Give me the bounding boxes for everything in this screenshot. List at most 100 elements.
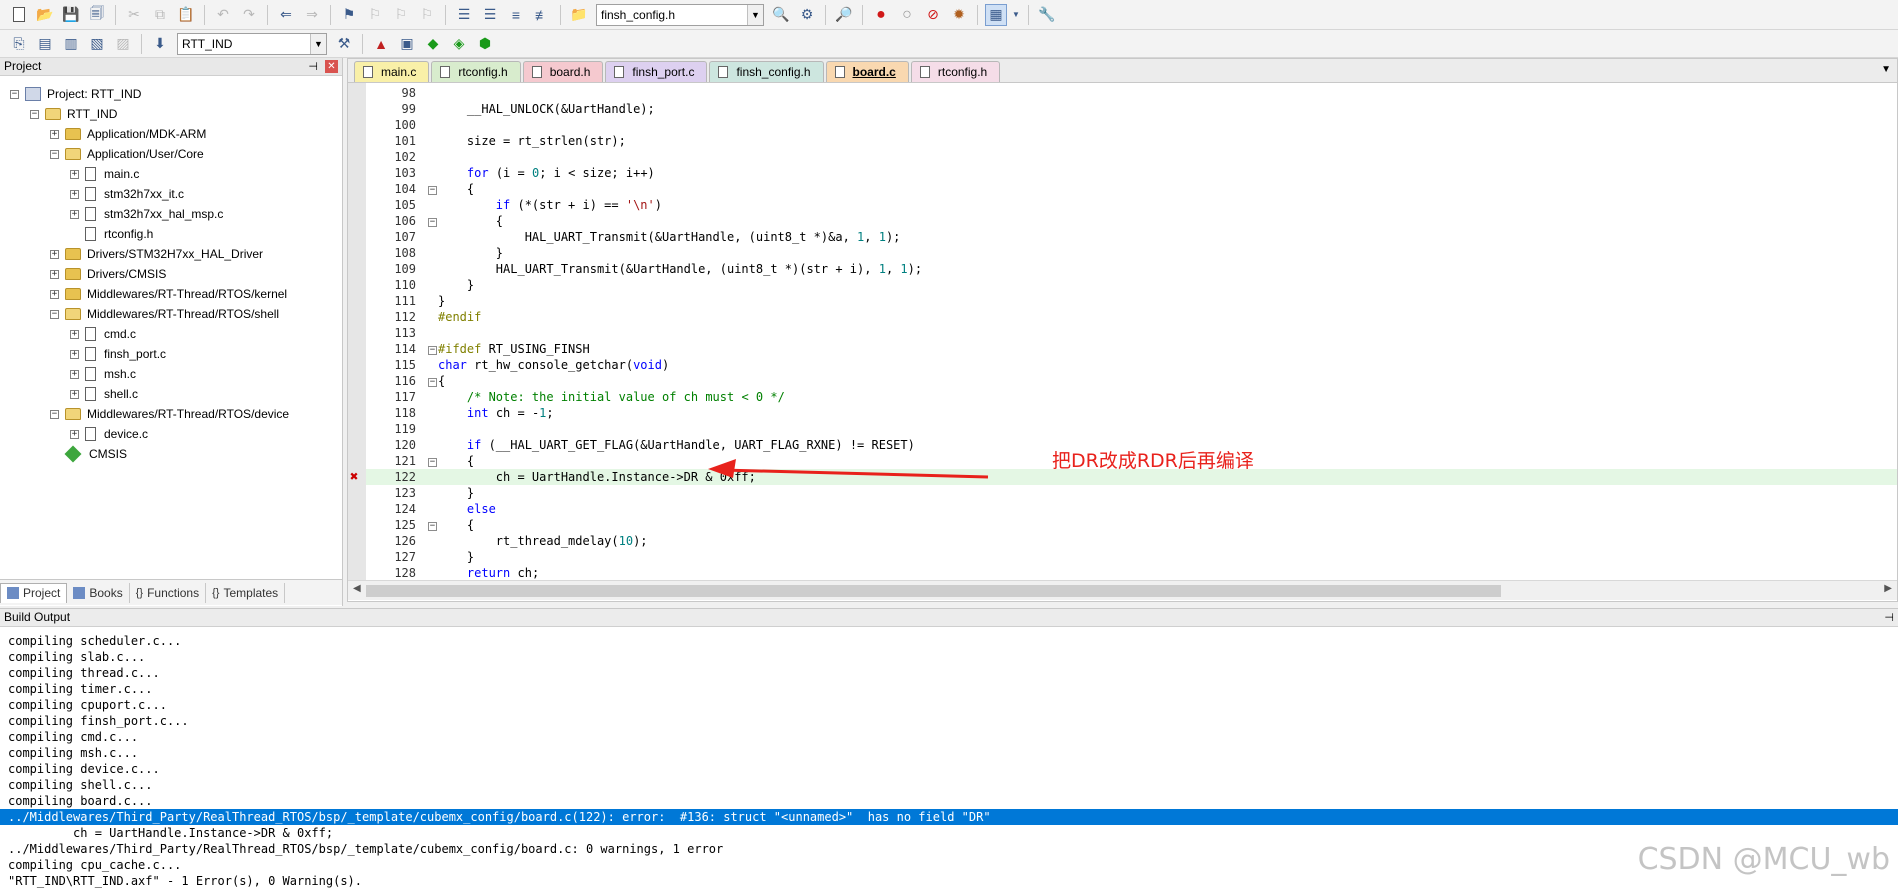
tree-item[interactable]: + Drivers/CMSIS bbox=[50, 264, 166, 284]
build-output-line[interactable]: compiling shell.c... bbox=[0, 777, 1898, 793]
build-output-line[interactable]: compiling thread.c... bbox=[0, 665, 1898, 681]
file-tab[interactable]: rtconfig.h bbox=[910, 61, 1001, 82]
code-line[interactable]: 126 rt_thread_mdelay(10); bbox=[366, 533, 1897, 549]
scroll-left-icon[interactable]: ◀ bbox=[353, 583, 361, 594]
tree-item[interactable]: − Project: RTT_IND bbox=[10, 84, 141, 104]
collapse-icon[interactable]: − bbox=[30, 109, 39, 119]
clear-bookmarks-icon[interactable]: ⚐ bbox=[416, 4, 438, 26]
file-tab[interactable]: board.c bbox=[825, 61, 909, 82]
expand-icon[interactable]: + bbox=[70, 169, 79, 179]
tree-item[interactable]: − Middlewares/RT-Thread/RTOS/shell bbox=[50, 304, 279, 324]
target-options-icon[interactable]: ⚒ bbox=[333, 33, 355, 55]
file-tab[interactable]: finsh_config.h bbox=[709, 61, 824, 82]
expand-icon[interactable]: + bbox=[70, 209, 79, 219]
tree-item[interactable]: + Middlewares/RT-Thread/RTOS/kernel bbox=[50, 284, 287, 304]
save-all-icon[interactable]: 🗐 bbox=[86, 4, 108, 26]
window-layout-icon[interactable]: ▦ bbox=[985, 3, 1007, 26]
tree-item[interactable]: + main.c bbox=[70, 164, 139, 184]
nav-forward-icon[interactable]: ⇒ bbox=[301, 4, 323, 26]
build-output-line[interactable]: compiling finsh_port.c... bbox=[0, 713, 1898, 729]
cut-icon[interactable]: ✂ bbox=[123, 4, 145, 26]
code-line[interactable]: 115 char rt_hw_console_getchar(void) bbox=[366, 357, 1897, 373]
code-line[interactable]: 114 − #ifdef RT_USING_FINSH bbox=[366, 341, 1897, 357]
chevron-down-icon[interactable]: ▼ bbox=[747, 4, 763, 25]
horizontal-scrollbar[interactable]: ◀ ▶ bbox=[348, 580, 1897, 600]
build-output-line[interactable]: ch = UartHandle.Instance->DR & 0xff; bbox=[0, 825, 1898, 841]
fold-toggle-icon[interactable]: − bbox=[428, 186, 437, 195]
undo-icon[interactable]: ↶ bbox=[212, 4, 234, 26]
file-tab[interactable]: finsh_port.c bbox=[605, 61, 708, 82]
code-line[interactable]: 112 #endif bbox=[366, 309, 1897, 325]
build-output-line[interactable]: compiling msh.c... bbox=[0, 745, 1898, 761]
open-folder-icon[interactable]: 📂 bbox=[34, 4, 56, 26]
debug-zoom-icon[interactable]: 🔎 bbox=[833, 4, 855, 26]
tree-item[interactable]: + shell.c bbox=[70, 384, 138, 404]
tree-item[interactable]: + msh.c bbox=[70, 364, 136, 384]
code-line[interactable]: 107 HAL_UART_Transmit(&UartHandle, (uint… bbox=[366, 229, 1897, 245]
collapse-icon[interactable]: − bbox=[50, 409, 59, 419]
find-icon[interactable]: 🔍 bbox=[770, 4, 792, 26]
code-line[interactable]: 104 − { bbox=[366, 181, 1897, 197]
batch-build-icon[interactable]: ▧ bbox=[86, 33, 108, 55]
scrollbar-thumb[interactable] bbox=[366, 585, 1501, 597]
expand-icon[interactable]: + bbox=[50, 129, 59, 139]
build-output-line[interactable]: compiling cmd.c... bbox=[0, 729, 1898, 745]
rebuild-icon[interactable]: ▥ bbox=[60, 33, 82, 55]
file-tab[interactable]: main.c bbox=[354, 61, 430, 82]
tree-item[interactable]: + Application/MDK-ARM bbox=[50, 124, 206, 144]
panel-tab-books[interactable]: Books bbox=[67, 582, 130, 603]
translate-icon[interactable]: ⎘ bbox=[8, 33, 30, 55]
target-combo[interactable]: RTT_IND ▼ bbox=[177, 32, 327, 55]
error-marker-icon[interactable]: ✖ bbox=[350, 469, 358, 485]
code-line[interactable]: 117 /* Note: the initial value of ch mus… bbox=[366, 389, 1897, 405]
tree-item[interactable]: + device.c bbox=[70, 424, 148, 444]
code-line[interactable]: 99 __HAL_UNLOCK(&UartHandle); bbox=[366, 101, 1897, 117]
tree-item[interactable]: + cmd.c bbox=[70, 324, 136, 344]
expand-icon[interactable]: + bbox=[70, 349, 79, 359]
build-output-line[interactable]: compiling scheduler.c... bbox=[0, 633, 1898, 649]
fold-toggle-icon[interactable]: − bbox=[428, 346, 437, 355]
tree-item[interactable]: rtconfig.h bbox=[70, 224, 153, 244]
file-extensions-icon[interactable]: ▣ bbox=[396, 33, 418, 55]
code-line[interactable]: 98 bbox=[366, 85, 1897, 101]
code-line[interactable]: 119 bbox=[366, 421, 1897, 437]
panel-tab-templates[interactable]: {} Templates bbox=[206, 582, 286, 603]
collapse-icon[interactable]: − bbox=[10, 89, 19, 99]
code-line[interactable]: 108 } bbox=[366, 245, 1897, 261]
bookmark-icon[interactable]: ⚑ bbox=[338, 4, 360, 26]
manage-components-icon[interactable]: ▲ bbox=[370, 33, 392, 55]
incremental-find-icon[interactable]: ⚙ bbox=[796, 4, 818, 26]
tree-item[interactable]: − RTT_IND bbox=[30, 104, 117, 124]
code-line[interactable]: 105 if (*(str + i) == '\n') bbox=[366, 197, 1897, 213]
pin-icon[interactable]: ⊣ bbox=[308, 59, 318, 76]
code-line[interactable]: 125 − { bbox=[366, 517, 1897, 533]
expand-icon[interactable]: + bbox=[70, 389, 79, 399]
tree-item[interactable]: − Application/User/Core bbox=[50, 144, 204, 164]
tree-item[interactable]: CMSIS bbox=[50, 444, 127, 464]
find-in-files-icon[interactable]: 📁 bbox=[568, 4, 590, 26]
code-line[interactable]: 110 } bbox=[366, 277, 1897, 293]
code-line[interactable]: 127 } bbox=[366, 549, 1897, 565]
panel-tab-project[interactable]: Project bbox=[0, 582, 68, 603]
code-line[interactable]: 116 −{ bbox=[366, 373, 1897, 389]
breakpoint-icon[interactable]: ● bbox=[870, 4, 892, 26]
comment-icon[interactable]: ≡ bbox=[505, 4, 527, 26]
nav-back-icon[interactable]: ⇐ bbox=[275, 4, 297, 26]
code-line[interactable]: 113 bbox=[366, 325, 1897, 341]
code-line[interactable]: 128 return ch; bbox=[366, 565, 1897, 580]
expand-icon[interactable]: + bbox=[50, 269, 59, 279]
fold-toggle-icon[interactable]: − bbox=[428, 458, 437, 467]
file-tab[interactable]: rtconfig.h bbox=[431, 61, 521, 82]
code-line[interactable]: 124 else bbox=[366, 501, 1897, 517]
build-output-line[interactable]: ../Middlewares/Third_Party/RealThread_RT… bbox=[0, 841, 1898, 857]
layout-dropdown-icon[interactable]: ▼ bbox=[1011, 4, 1021, 26]
new-file-icon[interactable] bbox=[8, 4, 30, 26]
fold-toggle-icon[interactable]: − bbox=[428, 218, 437, 227]
expand-icon[interactable]: + bbox=[70, 329, 79, 339]
code-line[interactable]: 100 bbox=[366, 117, 1897, 133]
pack-installer-icon[interactable]: ◆ bbox=[422, 33, 444, 55]
tree-item[interactable]: + finsh_port.c bbox=[70, 344, 166, 364]
build-output-line[interactable]: compiling cpuport.c... bbox=[0, 697, 1898, 713]
kill-breakpoints-icon[interactable]: ⊘ bbox=[922, 4, 944, 26]
uncomment-icon[interactable]: ≢ bbox=[531, 4, 553, 26]
